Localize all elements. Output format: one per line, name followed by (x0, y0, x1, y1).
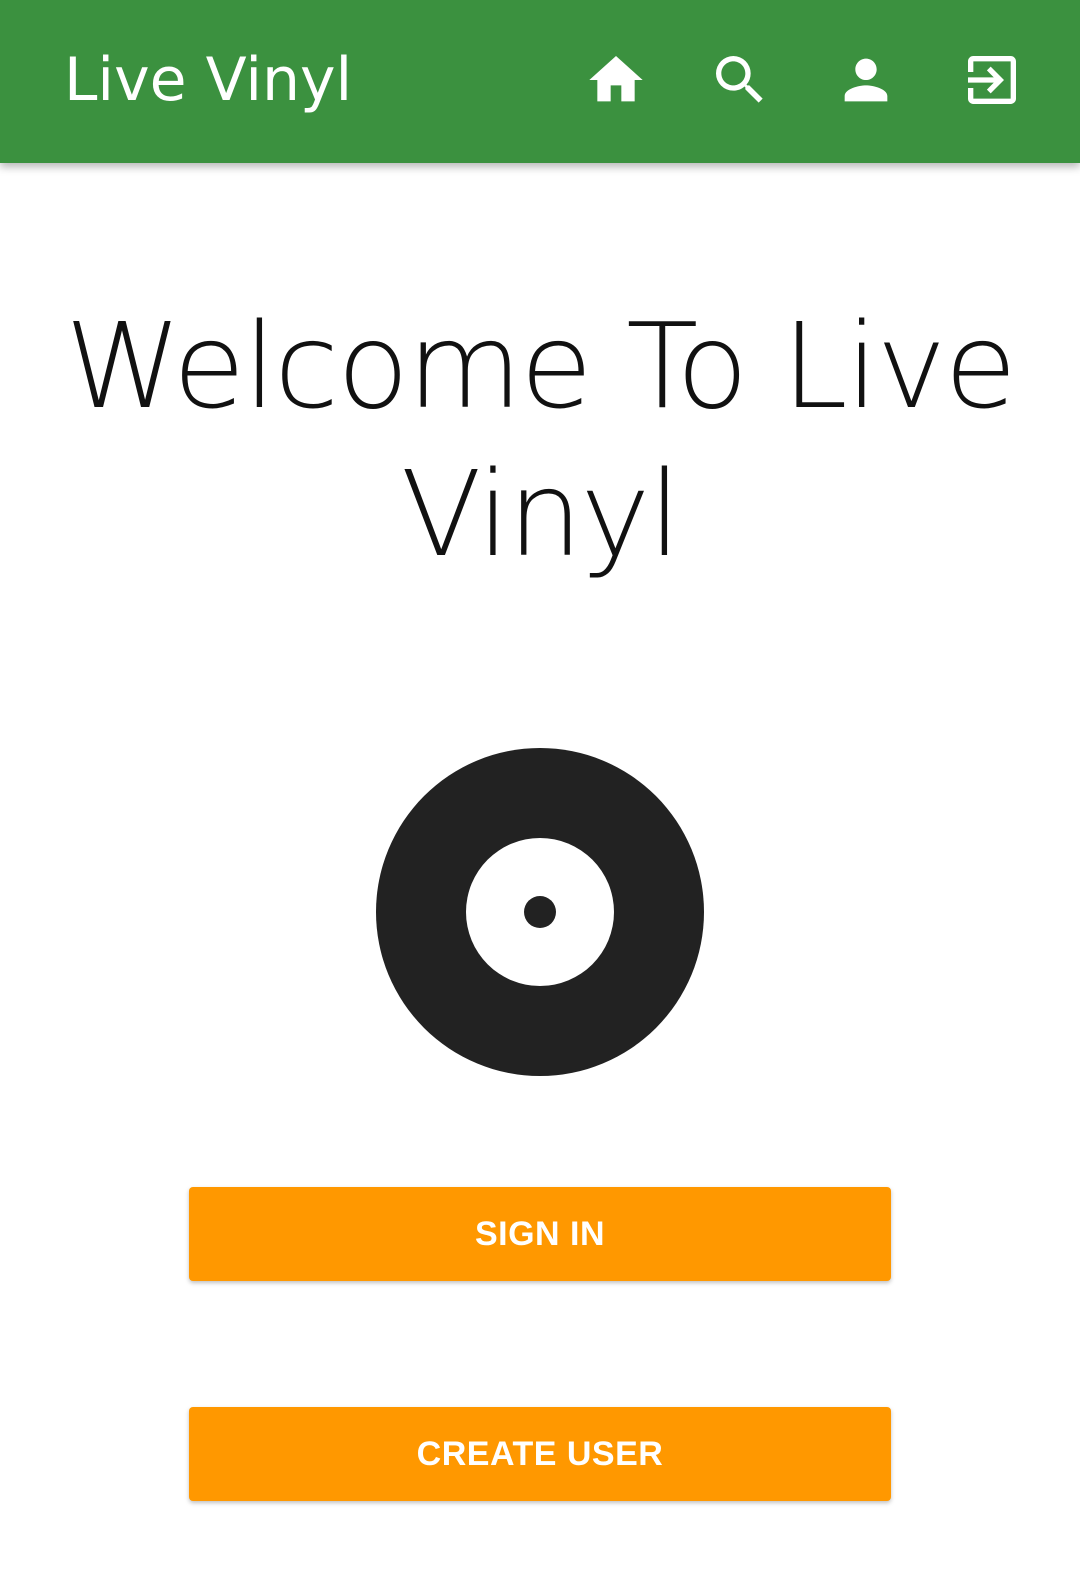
sign-in-button[interactable]: SIGN IN (189, 1187, 891, 1281)
vinyl-record-icon (376, 748, 704, 1076)
welcome-line-2: Vinyl (400, 445, 681, 583)
welcome-line-1: Welcome To Live (65, 297, 1017, 435)
welcome-heading: Welcome To Live Vinyl (0, 292, 1080, 588)
create-user-button[interactable]: CREATE USER (189, 1407, 891, 1501)
home-icon[interactable] (584, 48, 648, 112)
search-icon[interactable] (708, 48, 772, 112)
app-bar: Live Vinyl (0, 0, 1080, 163)
app-title: Live Vinyl (64, 45, 353, 115)
person-icon[interactable] (834, 48, 898, 112)
sign-in-icon[interactable] (960, 48, 1024, 112)
